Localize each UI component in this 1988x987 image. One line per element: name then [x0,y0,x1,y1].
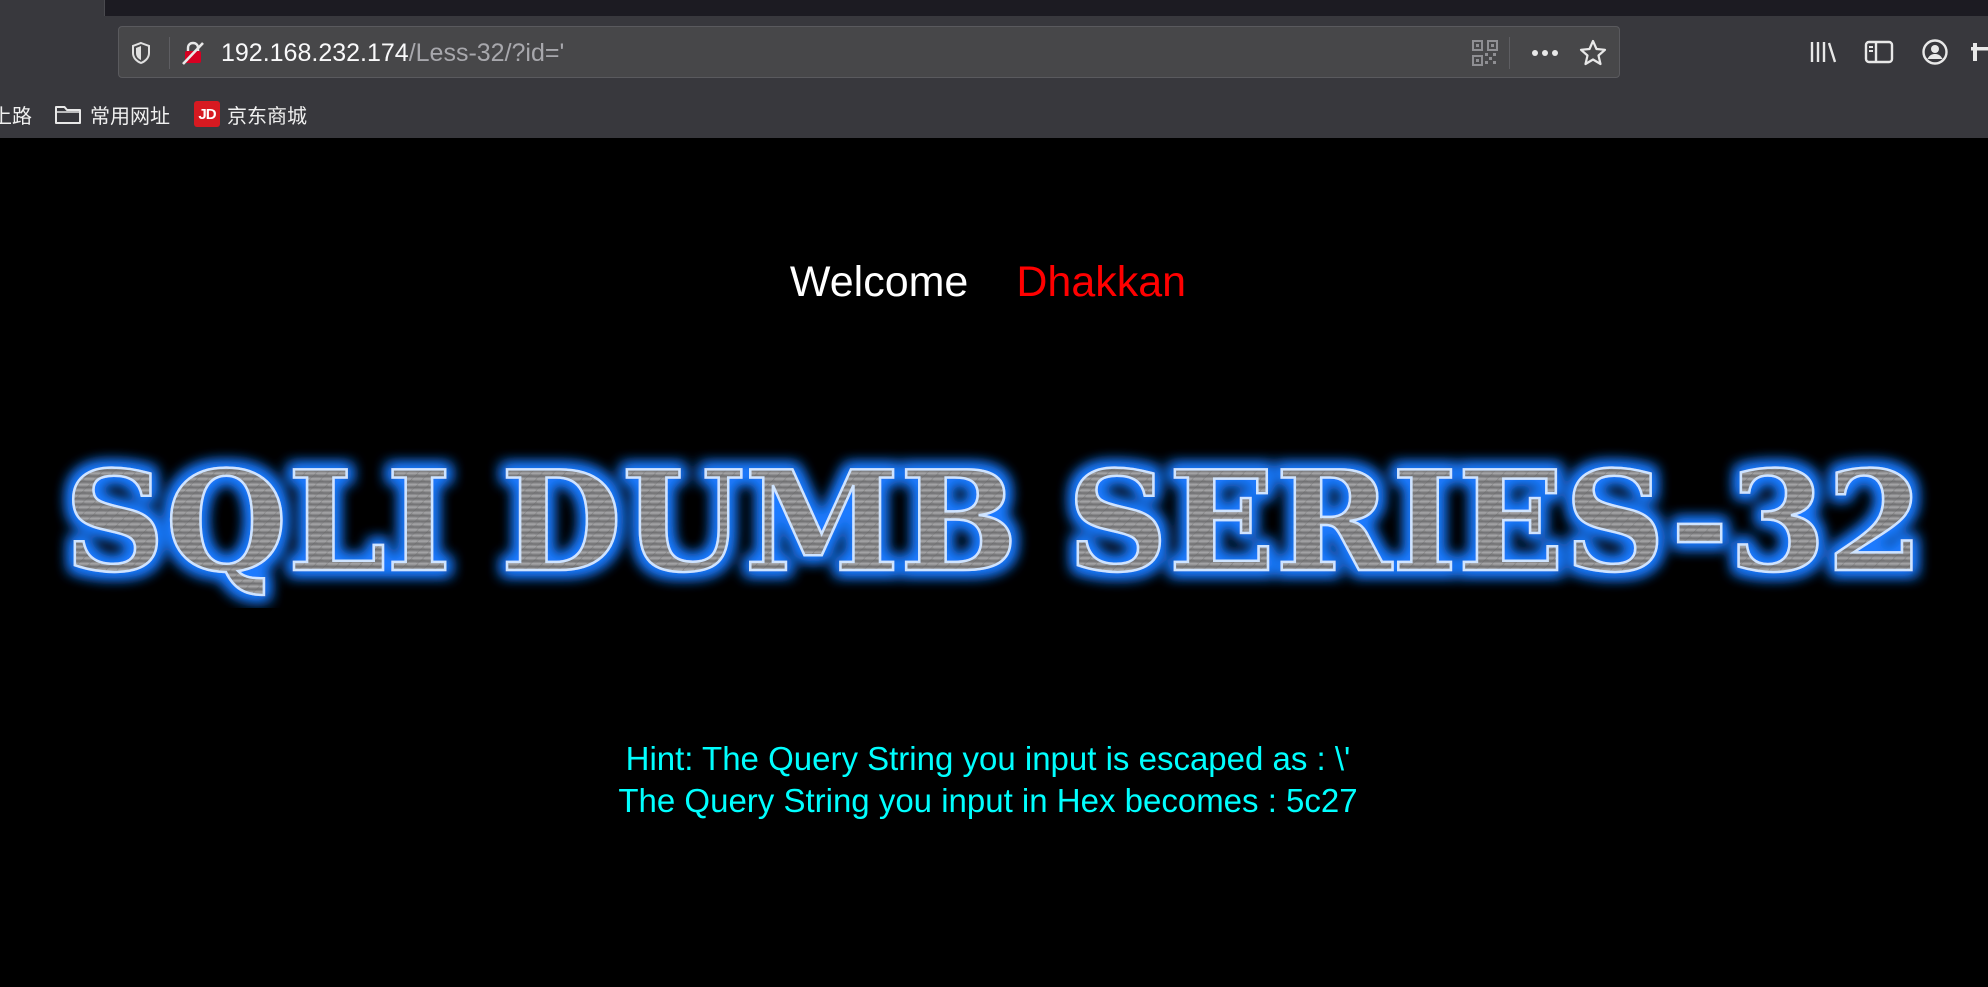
address-right-separator [1509,37,1510,69]
sidebar-icon[interactable] [1862,35,1896,69]
bookmark-partial[interactable]: 上路 [0,96,32,132]
library-icon[interactable] [1806,35,1840,69]
address-bar[interactable]: 192.168.232.174/Less-32/?id=' [118,26,1620,78]
bookmark-folder-common-sites[interactable]: 常用网址 [54,96,170,132]
sqli-dumb-series-banner: SQLI DUMB SERIES-32 [63,439,1926,605]
bookmark-jd-label: 京东商城 [227,105,307,128]
welcome-line: Welcome Dhakkan [0,258,1976,307]
jd-logo-icon: JD [194,101,220,127]
welcome-text: Welcome [789,258,969,306]
hint-block: Hint: The Query String you input is esca… [0,738,1976,822]
address-path: /Less-32/?id=' [408,39,565,67]
navigation-toolbar: 192.168.232.174/Less-32/?id=' [0,16,1988,90]
browser-chrome: 192.168.232.174/Less-32/?id=' 上路 常用网址 JD… [0,0,1988,138]
qr-code-icon[interactable] [1471,39,1499,67]
star-icon[interactable] [1579,39,1607,67]
insecure-lock-icon[interactable] [179,39,207,67]
page-content: Welcome Dhakkan SQLI DUMB SERIES-32 Hint… [0,138,1988,987]
account-icon[interactable] [1918,35,1952,69]
shield-icon[interactable] [127,39,155,67]
tab-strip [0,0,1988,16]
active-tab[interactable] [0,0,105,16]
bookmark-jd[interactable]: JD 京东商城 [194,96,307,132]
welcome-name: Dhakkan [1016,258,1187,306]
bookmark-folder-label: 常用网址 [90,105,170,128]
bookmarks-toolbar: 上路 常用网址 JD 京东商城 [0,96,1988,132]
hint-hex-line: The Query String you input in Hex become… [618,782,1358,819]
bookmark-partial-label: 上路 [0,105,32,128]
address-host: 192.168.232.174 [221,39,409,67]
folder-icon [54,103,82,125]
address-text[interactable]: 192.168.232.174/Less-32/?id=' [221,37,564,69]
banner-text: SQLI DUMB SERIES-32 [64,440,1924,603]
address-separator [169,37,170,69]
more-horizontal-icon[interactable] [1531,39,1559,67]
overflow-menu-icon[interactable] [1968,35,1988,69]
hint-escaped-line: Hint: The Query String you input is esca… [625,740,1351,777]
